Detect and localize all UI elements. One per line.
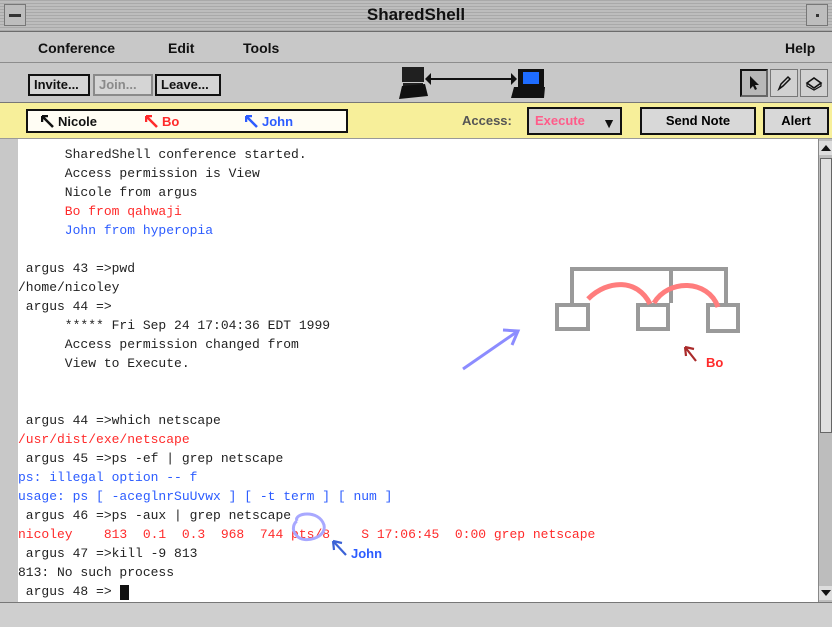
participant-list: Nicole Bo John [26,109,348,133]
shell-output[interactable]: SharedShell conference started. Access p… [18,139,818,602]
scroll-down-button[interactable] [819,586,832,600]
whiteboard-annotations [291,267,740,556]
scroll-up-button[interactable] [819,141,832,155]
title-bar: SharedShell [0,0,832,32]
vertical-scrollbar[interactable] [818,139,832,602]
window-control-button[interactable] [806,4,828,26]
john-cursor-label: John [351,546,383,561]
send-note-button[interactable]: Send Note [640,107,756,135]
menu-bar: Conference Edit Tools Help [0,32,832,63]
arrow-cursor-icon [245,115,258,128]
network-connection-icon [399,67,545,99]
participant-access-bar: Nicole Bo John Access: Execute ▼ Send No… [0,103,832,139]
scroll-thumb[interactable] [820,158,832,433]
eraser-icon[interactable] [800,69,828,97]
join-button[interactable]: Join... [93,74,153,96]
access-label: Access: [462,113,512,128]
toolbar: Invite... Join... Leave... [0,63,832,103]
window-title: SharedShell [366,5,466,24]
pen-icon[interactable] [770,69,798,97]
access-select[interactable]: Execute ▼ [527,107,622,135]
leave-button[interactable]: Leave... [155,74,221,96]
menu-help[interactable]: Help [785,40,815,56]
menu-tools[interactable]: Tools [243,40,279,56]
menu-edit[interactable]: Edit [168,40,194,56]
invite-button[interactable]: Invite... [28,74,90,96]
participant-name: Bo [162,114,180,129]
alert-button[interactable]: Alert [763,107,829,135]
drawing-tools [738,69,828,97]
bottom-status-area [0,602,832,627]
chevron-down-icon: ▼ [602,115,616,131]
bo-cursor-label: Bo [706,355,724,370]
arrow-cursor-icon [145,115,158,128]
arrow-cursor-icon [41,115,54,128]
participant-name: John [262,114,294,129]
access-value: Execute [535,113,585,128]
participant-name: Nicole [58,114,98,129]
arrow-pointer-icon[interactable] [740,69,768,97]
menu-conference[interactable]: Conference [38,40,115,56]
